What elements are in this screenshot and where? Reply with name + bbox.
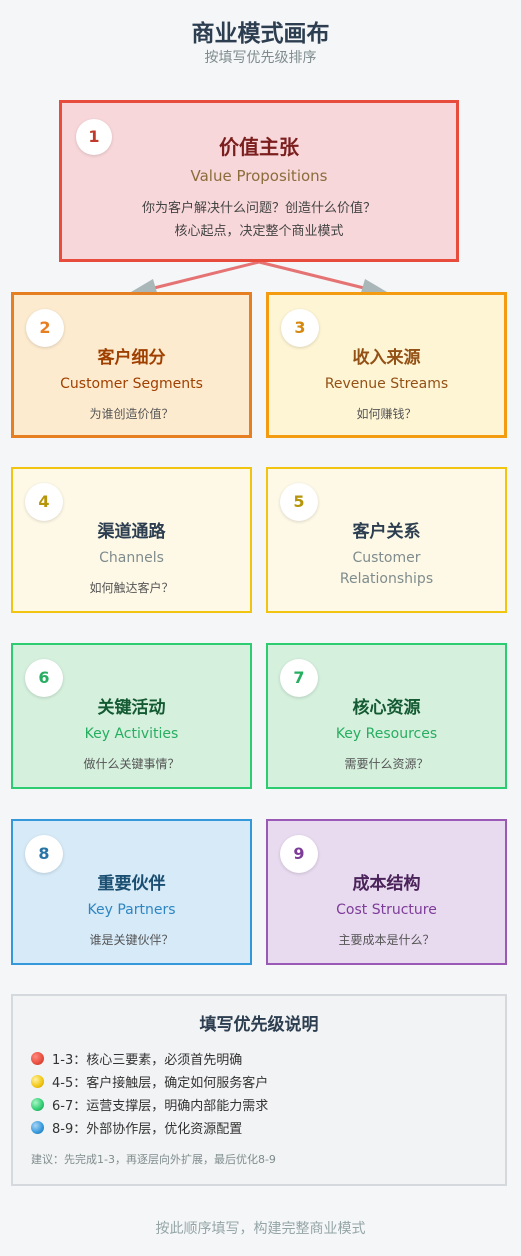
card-value-propositions: 1 价值主张 Value Propositions 你为客户解决什么问题？创造什… [59, 100, 459, 262]
card-description: 如何赚钱？ [356, 407, 417, 421]
card-title-cn: 客户关系 [352, 522, 421, 542]
yellow-dot-icon [31, 1075, 44, 1088]
card-title-cn: 渠道通路 [97, 522, 166, 542]
priority-notes-panel: 填写优先级说明 1-3：核心三要素，必须首先明确 4-5：客户接触层，确定如何服… [11, 994, 507, 1186]
arrow-to-revenue-streams [258, 260, 369, 291]
card-title-cn: 收入来源 [352, 348, 421, 368]
notes-item-text: 6-7：运营支撑层，明确内部能力需求 [52, 1099, 269, 1114]
card-description: 做什么关键事情？ [83, 757, 180, 771]
card-customer-relationships: 5 客户关系 Customer Relationships [266, 467, 507, 613]
green-dot-icon [31, 1098, 44, 1111]
card-title-en: Key Activities [84, 726, 179, 742]
card-title-en: Revenue Streams [324, 376, 449, 392]
card-key-resources: 7 核心资源 Key Resources 需要什么资源？ [266, 643, 507, 789]
step-number-badge: 4 [25, 483, 63, 521]
card-description-line: 核心起点，决定整个商业模式 [174, 224, 344, 239]
card-description: 需要什么资源？ [344, 757, 429, 771]
notes-title: 填写优先级说明 [199, 1015, 319, 1035]
blue-dot-icon [31, 1121, 44, 1134]
card-channels: 4 渠道通路 Channels 如何触达客户？ [11, 467, 252, 613]
card-title-cn: 核心资源 [352, 698, 421, 718]
card-description: 主要成本是什么？ [338, 933, 435, 947]
notes-item-text: 1-3：核心三要素，必须首先明确 [52, 1053, 243, 1068]
card-description: 你为客户解决什么问题？创造什么价值？ 核心起点，决定整个商业模式 [62, 197, 456, 243]
notes-item: 6-7：运营支撑层，明确内部能力需求 [31, 1093, 487, 1116]
notes-item-text: 4-5：客户接触层，确定如何服务客户 [52, 1076, 269, 1091]
footer-text: 按此顺序填写，构建完整商业模式 [155, 1221, 366, 1237]
card-revenue-streams: 3 收入来源 Revenue Streams 如何赚钱？ [266, 292, 507, 438]
step-number-badge: 2 [26, 309, 64, 347]
card-description: 谁是关键伙伴？ [89, 933, 174, 947]
card-title-cn: 成本结构 [352, 874, 421, 894]
step-number-badge: 5 [280, 483, 318, 521]
step-number-badge: 6 [25, 659, 63, 697]
notes-item-text: 8-9：外部协作层，优化资源配置 [52, 1122, 243, 1137]
card-description: 如何触达客户？ [89, 581, 174, 595]
card-title-en: Customer Relationships [339, 550, 434, 587]
card-title-cn: 重要伙伴 [97, 874, 166, 894]
card-title-cn: 价值主张 [219, 135, 299, 159]
step-number-badge: 1 [76, 119, 112, 155]
notes-tip: 建议：先完成1-3，再逐层向外扩展，最后优化8-9 [31, 1153, 276, 1166]
step-number-badge: 9 [280, 835, 318, 873]
red-dot-icon [31, 1052, 44, 1065]
card-cost-structure: 9 成本结构 Cost Structure 主要成本是什么？ [266, 819, 507, 965]
notes-item: 4-5：客户接触层，确定如何服务客户 [31, 1070, 487, 1093]
card-title-en: Key Resources [335, 726, 438, 742]
card-description: 为谁创造价值？ [89, 407, 174, 421]
card-customer-segments: 2 客户细分 Customer Segments 为谁创造价值？ [11, 292, 252, 438]
card-title-cn: 关键活动 [97, 698, 166, 718]
card-title-en: Cost Structure [336, 902, 437, 918]
card-title-en: Value Propositions [190, 167, 328, 185]
arrow-to-customer-segments [149, 260, 260, 291]
notes-item: 8-9：外部协作层，优化资源配置 [31, 1116, 487, 1139]
step-number-badge: 7 [280, 659, 318, 697]
card-title-cn: 客户细分 [97, 348, 166, 368]
card-key-partners: 8 重要伙伴 Key Partners 谁是关键伙伴？ [11, 819, 252, 965]
card-title-en: Key Partners [87, 902, 176, 918]
card-key-activities: 6 关键活动 Key Activities 做什么关键事情？ [11, 643, 252, 789]
notes-item: 1-3：核心三要素，必须首先明确 [31, 1047, 487, 1070]
step-number-badge: 8 [25, 835, 63, 873]
step-number-badge: 3 [281, 309, 319, 347]
card-title-en: Channels [99, 550, 164, 566]
card-title-en: Customer Segments [60, 376, 203, 392]
card-description-line: 你为客户解决什么问题？创造什么价值？ [141, 201, 376, 216]
